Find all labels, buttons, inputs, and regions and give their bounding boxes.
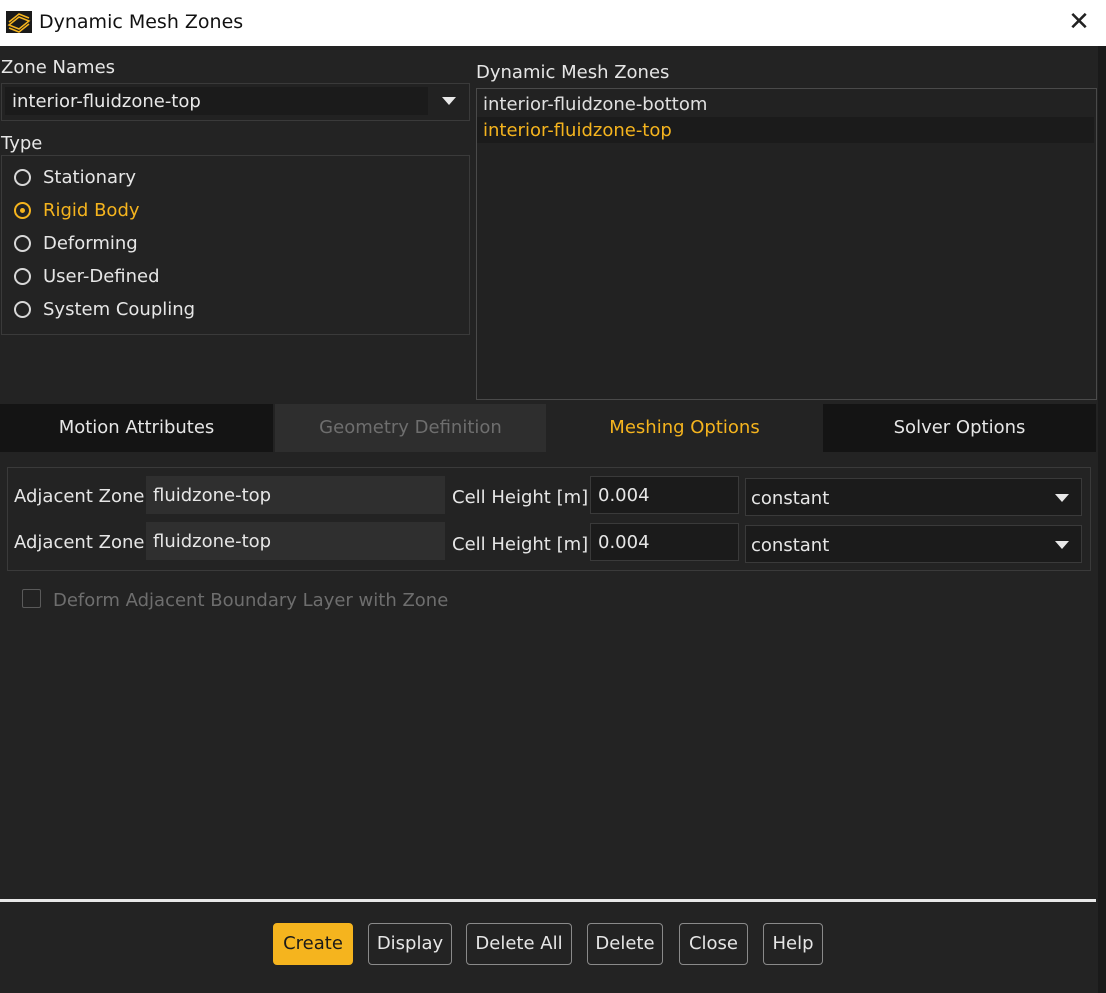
zone-names-dropdown[interactable]: interior-fluidzone-top [1,83,470,121]
window-title: Dynamic Mesh Zones [39,11,244,33]
delete-button[interactable]: Delete [587,923,663,965]
chevron-down-icon [1055,494,1069,502]
method-value: constant [751,535,830,556]
cell-height-input[interactable]: 0.004 [590,523,739,561]
list-item-label: interior-fluidzone-bottom [483,94,708,115]
zone-names-value: interior-fluidzone-top [12,91,201,112]
radio-button-icon [14,267,31,285]
deform-boundary-layer-checkbox[interactable] [22,589,41,608]
cell-height-value: 0.004 [598,485,650,506]
radio-deforming[interactable]: Deforming [14,230,138,256]
deform-boundary-layer-label: Deform Adjacent Boundary Layer with Zone [53,590,449,611]
cell-height-input[interactable]: 0.004 [590,476,739,514]
create-button[interactable]: Create [273,923,353,965]
type-label: Type [1,133,43,154]
cell-height-method-dropdown[interactable]: constant [745,525,1082,563]
list-item-selected[interactable]: interior-fluidzone-top [477,117,1094,143]
help-button[interactable]: Help [763,923,823,965]
dynamic-mesh-zones-list[interactable]: interior-fluidzone-bottom interior-fluid… [476,88,1097,400]
chevron-down-icon [1055,541,1069,549]
adjacent-zone-label: Adjacent Zone [14,486,145,507]
radio-user-defined[interactable]: User-Defined [14,263,160,289]
cell-height-label: Cell Height [m] [452,487,589,508]
dynamic-mesh-zones-label: Dynamic Mesh Zones [476,62,670,83]
display-button[interactable]: Display [368,923,452,965]
radio-rigid-body[interactable]: Rigid Body [14,197,140,223]
radio-label: Deforming [43,232,138,254]
chevron-down-icon [442,97,456,105]
radio-system-coupling[interactable]: System Coupling [14,296,195,322]
adjacent-zone-label: Adjacent Zone [14,532,145,553]
ansys-app-icon [6,11,32,33]
radio-selected-icon [14,201,31,219]
delete-all-button[interactable]: Delete All [466,923,572,965]
title-bar: Dynamic Mesh Zones ✕ [0,0,1106,46]
tab-solver-options[interactable]: Solver Options [823,404,1096,452]
radio-button-icon [14,300,31,318]
radio-stationary[interactable]: Stationary [14,164,136,190]
adjacent-zone-field: fluidzone-top [146,476,445,514]
adjacent-zone-value: fluidzone-top [153,531,272,552]
tab-geometry-definition[interactable]: Geometry Definition [275,404,546,452]
tab-meshing-options[interactable]: Meshing Options [548,404,821,452]
adjacent-zone-field: fluidzone-top [146,522,445,560]
cell-height-value: 0.004 [598,532,650,553]
close-window-icon[interactable]: ✕ [1064,7,1094,37]
radio-label: User-Defined [43,265,160,287]
radio-button-icon [14,168,31,186]
radio-label: Stationary [43,166,137,188]
method-value: constant [751,488,830,509]
window-right-border [1098,46,1106,993]
zone-names-label: Zone Names [1,57,116,78]
footer-divider [0,899,1096,902]
tab-bar: Motion Attributes Geometry Definition Me… [0,404,1096,452]
cell-height-method-dropdown[interactable]: constant [745,478,1082,516]
tab-motion-attributes[interactable]: Motion Attributes [0,404,273,452]
radio-label: System Coupling [43,298,196,320]
close-button[interactable]: Close [679,923,748,965]
list-item[interactable]: interior-fluidzone-bottom [477,91,1094,117]
adjacent-zone-value: fluidzone-top [153,485,272,506]
radio-button-icon [14,234,31,252]
radio-label: Rigid Body [43,199,140,221]
list-item-label: interior-fluidzone-top [483,120,672,141]
cell-height-label: Cell Height [m] [452,534,589,555]
